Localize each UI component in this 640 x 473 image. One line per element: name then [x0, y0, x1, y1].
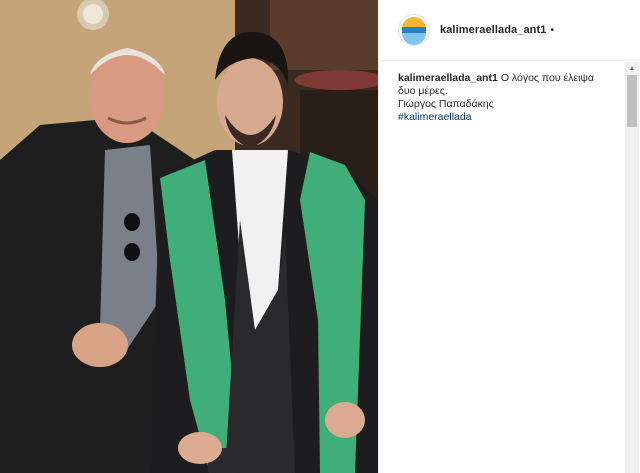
- caption-hashtag[interactable]: #kalimeraellada: [398, 111, 613, 124]
- comments-scrollbar[interactable]: ▲: [625, 62, 639, 473]
- caption-username[interactable]: kalimeraellada_ant1: [398, 72, 498, 84]
- scroll-up-arrow-icon[interactable]: ▲: [625, 62, 639, 74]
- photo-illustration: [0, 0, 378, 473]
- username-link[interactable]: kalimeraellada_ant1: [440, 24, 546, 36]
- avatar[interactable]: [398, 14, 430, 46]
- scrollbar-thumb[interactable]: [627, 75, 637, 127]
- follow-dot: •: [550, 24, 554, 36]
- post-photo[interactable]: [0, 0, 378, 473]
- post-caption: kalimeraellada_ant1 Ο λόγος που έλειψα δυ…: [398, 72, 613, 124]
- kalimera-ellada-logo-icon: [399, 15, 429, 45]
- caption-text-line2: Γιώργος Παπαδάκης: [398, 98, 494, 110]
- post-header: kalimeraellada_ant1 •: [379, 0, 640, 61]
- post-side-panel: kalimeraellada_ant1 • kalimeraellada_ant…: [378, 0, 640, 473]
